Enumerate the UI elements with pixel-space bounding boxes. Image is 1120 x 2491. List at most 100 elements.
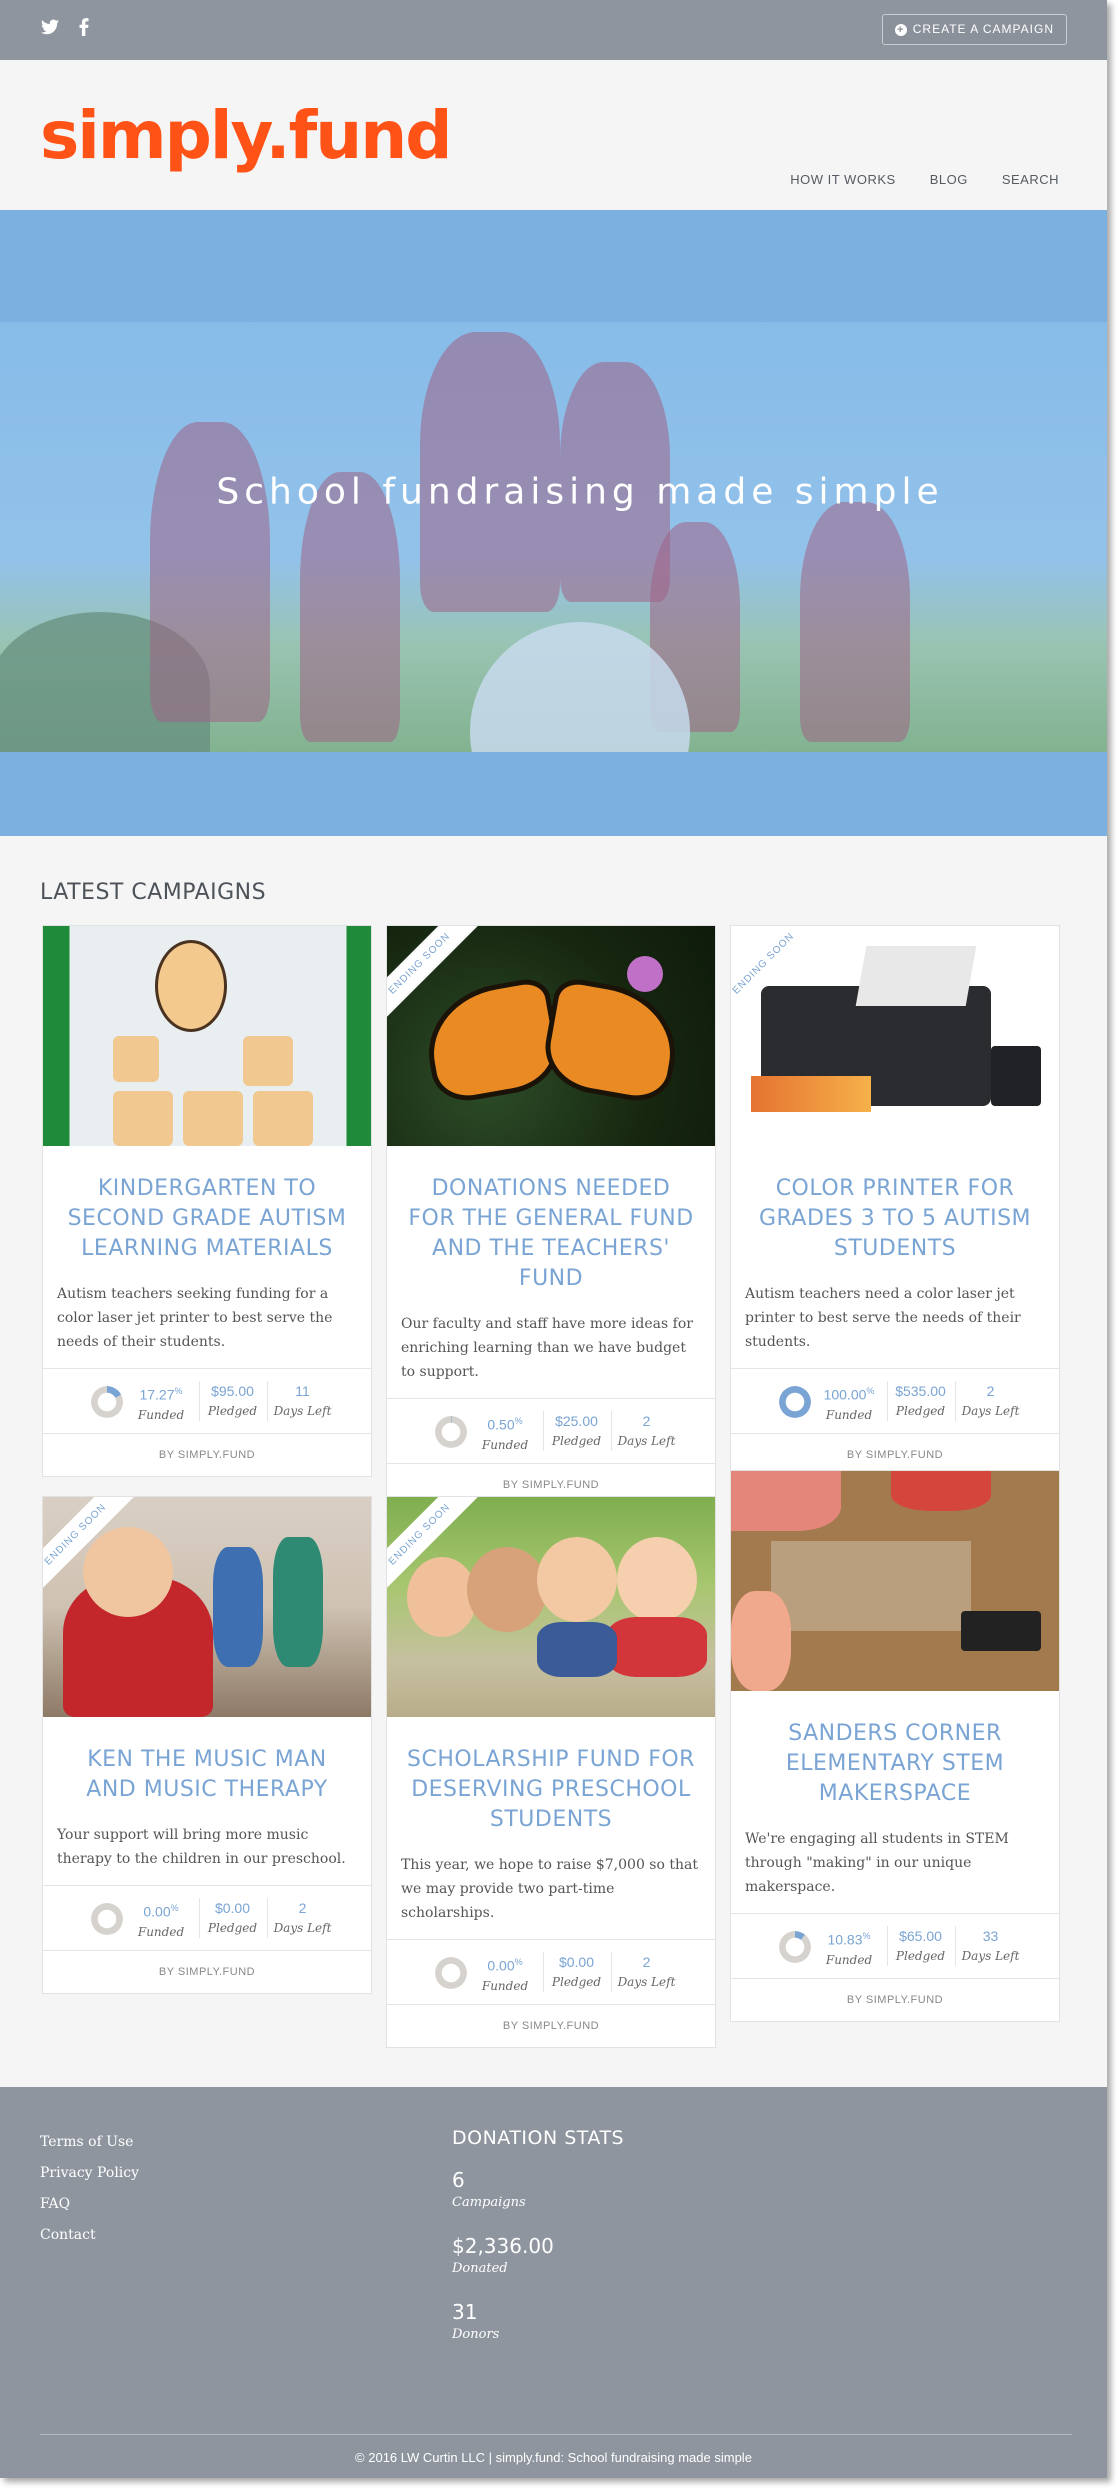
- campaign-author[interactable]: BY SIMPLY.FUND: [43, 1434, 371, 1476]
- campaign-stats: 17.27% Funded $95.00 Pledged 11 Days Left: [43, 1368, 371, 1434]
- donors-count-label: Donors: [452, 2327, 500, 2342]
- campaign-title[interactable]: KINDERGARTEN TO SECOND GRADE AUTISM LEAR…: [61, 1174, 353, 1264]
- funded-label: Funded: [137, 1407, 185, 1422]
- campaign-stats: 100.00% Funded $535.00 Pledged 2 Days Left: [731, 1368, 1059, 1434]
- funded-label: Funded: [481, 1437, 529, 1452]
- campaign-stats: 0.00% Funded $0.00 Pledged 2 Days Left: [43, 1885, 371, 1951]
- days-left-value: 2: [642, 1954, 651, 1970]
- twitter-icon[interactable]: [40, 18, 60, 40]
- funded-donut-chart: [435, 1957, 467, 1989]
- pledged-value: $0.00: [558, 1954, 595, 1970]
- pledged-value: $535.00: [895, 1383, 946, 1399]
- campaign-title[interactable]: COLOR PRINTER FOR GRADES 3 TO 5 AUTISM S…: [749, 1174, 1041, 1264]
- pledged-label: Pledged: [895, 1404, 946, 1418]
- site-header: simply.fund HOW IT WORKS BLOG SEARCH: [0, 60, 1107, 210]
- hero-banner: [0, 210, 1107, 836]
- copyright-text: © 2016 LW Curtin LLC | simply.fund: Scho…: [355, 2450, 752, 2465]
- campaign-card[interactable]: KINDERGARTEN TO SECOND GRADE AUTISM LEAR…: [42, 925, 372, 1477]
- days-left-value: 33: [982, 1928, 999, 1944]
- funded-label: Funded: [825, 1407, 873, 1422]
- funded-value: 10.83: [827, 1931, 863, 1948]
- campaign-title[interactable]: KEN THE MUSIC MAN AND MUSIC THERAPY: [61, 1745, 353, 1805]
- funded-value: 100.00: [823, 1386, 867, 1403]
- campaigns-count-label: Campaigns: [452, 2195, 526, 2210]
- campaign-description: Your support will bring more music thera…: [57, 1827, 346, 1867]
- footer-link-privacy[interactable]: Privacy Policy: [40, 2158, 139, 2189]
- pledged-value: $95.00: [211, 1383, 254, 1399]
- latest-campaigns-heading: LATEST CAMPAIGNS: [40, 880, 267, 905]
- funded-label: Funded: [825, 1952, 873, 1967]
- footer-links: Terms of Use Privacy Policy FAQ Contact: [40, 2127, 139, 2251]
- campaign-card[interactable]: ENDING SOON KEN THE MUSIC MAN AND MUSIC …: [42, 1496, 372, 1994]
- site-logo[interactable]: simply.fund: [40, 96, 453, 176]
- funded-label: Funded: [137, 1924, 185, 1939]
- create-campaign-button[interactable]: + CREATE A CAMPAIGN: [881, 14, 1067, 45]
- days-left-value: 2: [986, 1383, 995, 1399]
- campaign-stats: 0.50% Funded $25.00 Pledged 2 Days Left: [387, 1398, 715, 1464]
- campaign-image[interactable]: [43, 926, 371, 1146]
- nav-search[interactable]: SEARCH: [1002, 172, 1059, 187]
- days-left-value: 2: [642, 1413, 651, 1429]
- campaign-author[interactable]: BY SIMPLY.FUND: [731, 1979, 1059, 2021]
- campaign-card[interactable]: SANDERS CORNER ELEMENTARY STEM MAKERSPAC…: [730, 1470, 1060, 2022]
- donated-total-label: Donated: [452, 2261, 508, 2276]
- days-left-label: Days Left: [273, 1404, 332, 1418]
- social-links: [40, 18, 94, 40]
- funded-value: 0.00: [487, 1957, 515, 1974]
- days-left-value: 2: [298, 1900, 307, 1916]
- funded-value: 0.50: [487, 1416, 515, 1433]
- site-footer: Terms of Use Privacy Policy FAQ Contact …: [0, 2087, 1107, 2478]
- days-left-label: Days Left: [961, 1949, 1020, 1963]
- days-left-label: Days Left: [617, 1434, 676, 1448]
- funded-label: Funded: [481, 1978, 529, 1993]
- campaign-description: This year, we hope to raise $7,000 so th…: [401, 1857, 698, 1921]
- campaign-image[interactable]: [731, 1471, 1059, 1691]
- funded-donut-chart: [779, 1386, 811, 1418]
- pledged-value: $0.00: [214, 1900, 251, 1916]
- main-nav: HOW IT WORKS BLOG SEARCH: [790, 172, 1059, 187]
- footer-link-contact[interactable]: Contact: [40, 2220, 139, 2251]
- footer-link-faq[interactable]: FAQ: [40, 2189, 139, 2220]
- funded-donut-chart: [91, 1386, 123, 1418]
- pledged-label: Pledged: [551, 1975, 602, 1989]
- campaign-card[interactable]: ENDING SOON SCHOLARSHIP FUND FOR DESERVI…: [386, 1496, 716, 2048]
- funded-donut-chart: [91, 1903, 123, 1935]
- funded-value: 0.00: [143, 1903, 171, 1920]
- campaign-author[interactable]: BY SIMPLY.FUND: [43, 1951, 371, 1993]
- pledged-value: $25.00: [555, 1413, 598, 1429]
- donation-stats: DONATION STATS 6 Campaigns $2,336.00 Don…: [452, 2127, 624, 2365]
- campaign-description: Autism teachers seeking funding for a co…: [57, 1286, 333, 1350]
- days-left-label: Days Left: [273, 1921, 332, 1935]
- campaign-card[interactable]: ENDING SOON DONATIONS NEEDED FOR THE GEN…: [386, 925, 716, 1507]
- facebook-icon[interactable]: [74, 18, 94, 40]
- nav-how-it-works[interactable]: HOW IT WORKS: [790, 172, 895, 187]
- footer-link-terms[interactable]: Terms of Use: [40, 2127, 139, 2158]
- campaign-description: We're engaging all students in STEM thro…: [745, 1831, 1009, 1895]
- campaign-description: Our faculty and staff have more ideas fo…: [401, 1316, 693, 1380]
- pledged-label: Pledged: [207, 1921, 258, 1935]
- campaign-title[interactable]: SCHOLARSHIP FUND FOR DESERVING PRESCHOOL…: [405, 1745, 697, 1835]
- days-left-label: Days Left: [961, 1404, 1020, 1418]
- donation-stats-heading: DONATION STATS: [452, 2127, 625, 2149]
- top-bar: + CREATE A CAMPAIGN: [0, 0, 1107, 60]
- page: + CREATE A CAMPAIGN simply.fund HOW IT W…: [0, 0, 1107, 2478]
- days-left-value: 11: [295, 1383, 310, 1399]
- footer-divider: [40, 2434, 1072, 2435]
- campaign-card[interactable]: ENDING SOON COLOR PRINTER FOR GRADES 3 T…: [730, 925, 1060, 1477]
- funded-value: 17.27: [139, 1386, 175, 1403]
- donated-total: $2,336.00: [452, 2234, 554, 2258]
- create-campaign-label: CREATE A CAMPAIGN: [912, 22, 1054, 36]
- campaign-title[interactable]: SANDERS CORNER ELEMENTARY STEM MAKERSPAC…: [749, 1719, 1041, 1809]
- nav-blog[interactable]: BLOG: [930, 172, 968, 187]
- campaign-stats: 0.00% Funded $0.00 Pledged 2 Days Left: [387, 1939, 715, 2005]
- pledged-value: $65.00: [899, 1928, 942, 1944]
- campaign-title[interactable]: DONATIONS NEEDED FOR THE GENERAL FUND AN…: [405, 1174, 697, 1294]
- campaign-author[interactable]: BY SIMPLY.FUND: [387, 2005, 715, 2047]
- pledged-label: Pledged: [895, 1949, 946, 1963]
- campaign-stats: 10.83% Funded $65.00 Pledged 33 Days Left: [731, 1913, 1059, 1979]
- campaign-description: Autism teachers need a color laser jet p…: [745, 1286, 1021, 1350]
- plus-circle-icon: +: [894, 23, 907, 36]
- pledged-label: Pledged: [551, 1434, 602, 1448]
- days-left-label: Days Left: [617, 1975, 676, 1989]
- pledged-label: Pledged: [207, 1404, 258, 1418]
